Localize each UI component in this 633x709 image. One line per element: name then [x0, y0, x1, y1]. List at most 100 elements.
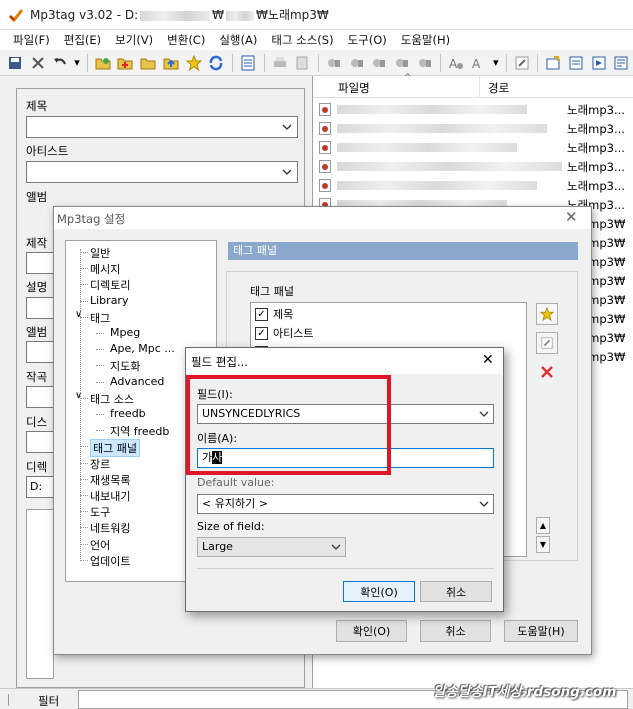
tree-item[interactable]: 업데이트 — [90, 553, 130, 569]
mp3tag-logo-icon — [8, 8, 24, 22]
text-file-to-tag-icon[interactable] — [391, 52, 413, 74]
table-row[interactable]: 노래mp3... — [313, 138, 633, 157]
favorites-star-icon[interactable] — [183, 52, 205, 74]
tree-item[interactable]: Advanced — [110, 375, 164, 388]
mp3-file-icon — [319, 160, 331, 173]
tree-item[interactable]: 메시지 — [90, 261, 120, 277]
checkbox-checked-icon[interactable]: ✓ — [255, 326, 268, 340]
tree-item[interactable]: 내보내기 — [90, 488, 130, 504]
album-artist-field[interactable] — [26, 341, 54, 363]
path-cell: 노래mp3... — [567, 160, 625, 174]
tree-item[interactable]: 지역 freedb — [110, 423, 169, 439]
size-of-field-select[interactable]: Large — [197, 537, 346, 557]
grip-handle — [8, 694, 22, 706]
menu-help[interactable]: 도움말(H) — [394, 32, 457, 48]
table-row[interactable]: 노래mp3... — [313, 100, 633, 119]
tree-item[interactable]: Ape, Mpc ... — [110, 342, 175, 355]
tree-item[interactable]: 도구 — [90, 504, 110, 520]
move-up-icon[interactable]: ▲ — [536, 517, 550, 534]
move-down-icon[interactable]: ▼ — [536, 536, 550, 553]
menu-tag-sources[interactable]: 태그 소스(S) — [264, 32, 340, 48]
table-row[interactable]: 노래mp3... — [313, 157, 633, 176]
size-of-field-value: Large — [202, 540, 233, 553]
refresh-icon[interactable] — [205, 52, 227, 74]
add-directory-icon[interactable] — [115, 52, 137, 74]
tree-item[interactable]: Mpeg — [110, 326, 140, 339]
tag-item[interactable]: ✓ 제목 — [255, 306, 293, 322]
tag-panel-icon[interactable] — [237, 52, 259, 74]
chevron-down-icon[interactable]: ▾ — [491, 52, 501, 74]
filename-redacted — [337, 181, 537, 190]
window-title: Mp3tag v3.02 - D: ₩ ₩노래mp3₩ — [30, 8, 329, 22]
table-row[interactable]: 노래mp3... — [313, 119, 633, 138]
tree-item[interactable]: 지도화 — [110, 358, 140, 374]
edit-icon[interactable] — [511, 52, 533, 74]
tag-item-label: 제목 — [273, 308, 294, 321]
tree-item[interactable]: 태그 — [90, 310, 110, 326]
default-value-select[interactable]: < 유지하기 > — [197, 494, 494, 514]
tag-to-tag-icon[interactable] — [368, 52, 390, 74]
tree-item[interactable]: 재생목록 — [90, 472, 130, 488]
chevron-down-icon[interactable]: ▾ — [72, 52, 82, 74]
list-view-icon[interactable] — [565, 52, 587, 74]
undo-icon[interactable] — [49, 52, 71, 74]
close-icon[interactable]: ✕ — [565, 208, 578, 226]
tree-item[interactable]: 디렉토리 — [90, 277, 130, 293]
tree-expander-icon[interactable]: ∨ — [75, 390, 82, 401]
tree-item[interactable]: 언어 — [90, 537, 110, 553]
print-icon[interactable] — [269, 52, 291, 74]
settings-cancel-button[interactable]: 취소 — [420, 620, 491, 642]
tree-item[interactable]: freedb — [110, 407, 146, 420]
actions-quick-icon[interactable]: A — [468, 52, 490, 74]
settings-ok-button[interactable]: 확인(O) — [336, 620, 407, 642]
menu-edit[interactable]: 편집(E) — [57, 32, 108, 48]
tree-expander-icon[interactable]: ∨ — [75, 309, 82, 320]
filename-to-tag-icon[interactable] — [346, 52, 368, 74]
tag-item[interactable]: ✓ 아티스트 — [255, 325, 313, 341]
field-edit-cancel-button[interactable]: 취소 — [420, 581, 492, 602]
tree-item[interactable]: 장르 — [90, 456, 110, 472]
load-file-icon[interactable] — [542, 52, 564, 74]
change-directory-icon[interactable] — [92, 52, 114, 74]
export-icon[interactable] — [291, 52, 313, 74]
actions-icon[interactable]: A — [445, 52, 467, 74]
year-field[interactable] — [26, 252, 54, 274]
extended-tags-icon[interactable] — [588, 52, 610, 74]
chevron-down-icon — [479, 501, 489, 507]
edit-field-icon[interactable] — [536, 332, 558, 354]
tree-item[interactable]: 태그 소스 — [90, 391, 134, 407]
comment-field[interactable] — [26, 297, 54, 319]
column-filename[interactable]: 파일명 — [338, 80, 370, 96]
folder-up-icon[interactable] — [160, 52, 182, 74]
auto-numbering-icon[interactable] — [414, 52, 436, 74]
tree-item[interactable]: Library — [90, 294, 128, 307]
menu-file[interactable]: 파일(F) — [6, 32, 57, 48]
menu-tools[interactable]: 도구(O) — [341, 32, 394, 48]
settings-help-button[interactable]: 도움말(H) — [504, 620, 578, 642]
close-icon[interactable]: ✕ — [482, 352, 494, 368]
chevron-down-icon — [282, 124, 292, 130]
tag-to-filename-icon[interactable] — [323, 52, 345, 74]
menu-view[interactable]: 보기(V) — [108, 32, 160, 48]
menu-convert[interactable]: 변환(C) — [160, 32, 212, 48]
tree-item[interactable]: 네트워킹 — [90, 520, 130, 536]
table-row[interactable]: 노래mp3... — [313, 176, 633, 195]
tree-item[interactable]: 일반 — [90, 245, 110, 261]
composer-field[interactable] — [26, 386, 54, 408]
add-field-star-icon[interactable] — [536, 303, 558, 325]
save-icon[interactable] — [4, 52, 26, 74]
artist-field[interactable] — [26, 161, 298, 183]
menu-actions[interactable]: 실행(A) — [212, 32, 264, 48]
title-field[interactable] — [26, 116, 298, 138]
path-cell: 노래mp3... — [567, 141, 625, 155]
checkbox-checked-icon[interactable]: ✓ — [255, 307, 268, 321]
column-path[interactable]: 경로 — [488, 80, 509, 96]
directory-field[interactable]: D: — [26, 476, 54, 498]
folder-open-icon[interactable] — [137, 52, 159, 74]
discnumber-field[interactable] — [26, 431, 54, 453]
field-edit-ok-button[interactable]: 확인(O) — [343, 581, 415, 602]
delete-field-icon[interactable] — [536, 361, 558, 383]
remove-tag-icon[interactable] — [27, 52, 49, 74]
tag-panel-group-label: 태그 패널 — [248, 283, 296, 299]
playlist-icon[interactable] — [610, 52, 632, 74]
